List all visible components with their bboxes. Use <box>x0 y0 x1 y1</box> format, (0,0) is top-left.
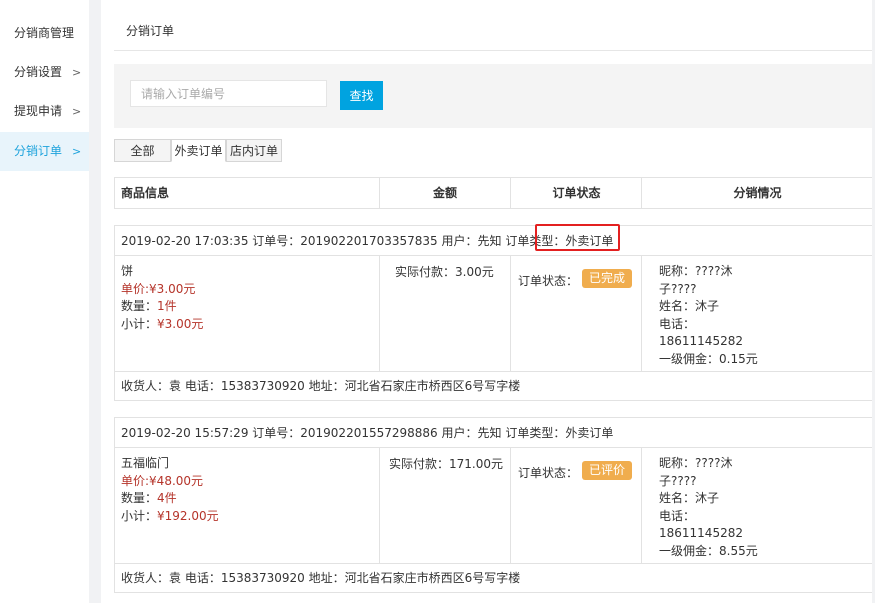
sidebar-item-label: 提现申请 <box>14 104 63 118</box>
column-divider <box>510 178 511 208</box>
customer-name: 姓名：沐子 <box>659 299 720 313</box>
goods-info: 饼 单价:¥3.00元 数量：1件 小计：¥3.00元 <box>121 263 203 333</box>
shipping-address: 收货人：袁 电话：15383730920 地址：河北省石家庄市桥西区6号写字楼 <box>115 371 873 400</box>
sidebar-item-withdrawal-requests[interactable]: 提现申请 > <box>0 92 89 131</box>
phone: 18611145282 <box>659 526 743 540</box>
shipping-address: 收货人：袁 电话：15383730920 地址：河北省石家庄市桥西区6号写字楼 <box>115 563 873 592</box>
sidebar-item-label: 分销设置 <box>14 65 63 79</box>
distribution-info: 昵称：????沐 子???? 姓名：沐子 电话： 18611145282 一级佣… <box>659 263 764 368</box>
quantity: 4件 <box>157 491 177 505</box>
page-title: 分销订单 <box>126 24 175 38</box>
subtotal-label: 小计： <box>121 316 158 331</box>
order-card: 2019-02-20 15:57:29 订单号：2019022015572988… <box>114 417 874 593</box>
main-panel: 分销订单 查找 全部 外卖订单 店内订单 商品信息 金额 订单状态 分销情况 2… <box>101 0 875 603</box>
search-panel: 查找 <box>114 64 874 128</box>
order-number-search-input[interactable] <box>130 80 327 107</box>
chevron-right-icon: > <box>72 66 82 79</box>
nickname-continued: 子???? <box>659 281 697 296</box>
column-header-order-status: 订单状态 <box>552 186 601 200</box>
quantity-label: 数量： <box>121 491 158 505</box>
sidebar-item-distributor-management[interactable]: 分销商管理 <box>0 14 89 53</box>
customer-name: 姓名：沐子 <box>659 491 720 505</box>
nickname: 昵称：????沐 <box>659 264 733 278</box>
column-divider <box>641 448 642 563</box>
sidebar-item-distribution-orders[interactable]: 分销订单 > <box>0 132 89 171</box>
column-divider <box>379 448 380 563</box>
nickname: 昵称：????沐 <box>659 456 733 470</box>
status-badge: 已完成 <box>582 269 633 288</box>
first-level-commission: 一级佣金：8.55元 <box>659 543 758 558</box>
sidebar-item-distribution-settings[interactable]: 分销设置 > <box>0 53 89 92</box>
subtotal: ¥3.00元 <box>157 316 204 331</box>
column-divider <box>510 256 511 371</box>
chevron-right-icon: > <box>72 145 82 158</box>
phone-label: 电话： <box>659 316 696 331</box>
column-divider <box>641 256 642 371</box>
status-badge: 已评价 <box>582 461 633 480</box>
column-header-goods: 商品信息 <box>121 186 170 200</box>
order-card: 2019-02-20 17:03:35 订单号：2019022017033578… <box>114 225 874 401</box>
sidebar: 分销商管理 分销设置 > 提现申请 > 分销订单 > <box>0 0 89 603</box>
subtotal-label: 小计： <box>121 508 158 523</box>
search-button[interactable]: 查找 <box>340 81 383 110</box>
sidebar-item-label: 分销订单 <box>14 144 63 158</box>
quantity: 1件 <box>157 299 177 313</box>
quantity-label: 数量： <box>121 299 158 313</box>
column-header-distribution: 分销情况 <box>733 186 782 200</box>
divider <box>114 50 874 51</box>
subtotal: ¥192.00元 <box>157 508 219 523</box>
column-header-amount: 金额 <box>432 186 457 200</box>
column-divider <box>379 178 380 208</box>
tab-takeout-orders[interactable]: 外卖订单 <box>171 139 226 162</box>
order-status-label: 订单状态： <box>518 466 579 480</box>
annotation-highlight-box <box>535 224 620 251</box>
goods-name: 五福临门 <box>121 456 170 470</box>
unit-price: ¥3.00元 <box>149 281 196 296</box>
phone: 18611145282 <box>659 334 743 348</box>
order-meta: 2019-02-20 15:57:29 订单号：2019022015572988… <box>121 426 566 440</box>
sidebar-item-label: 分销商管理 <box>14 26 75 40</box>
first-level-commission: 一级佣金：0.15元 <box>659 351 758 366</box>
actual-payment: 实际付款：3.00元 <box>395 265 494 279</box>
column-divider <box>510 448 511 563</box>
order-header: 2019-02-20 17:03:35 订单号：2019022017033578… <box>115 226 873 256</box>
order-meta: 2019-02-20 17:03:35 订单号：2019022017033578… <box>121 234 566 248</box>
actual-payment: 实际付款：171.00元 <box>389 457 503 471</box>
unit-price-label: 单价: <box>121 281 150 296</box>
column-divider <box>641 178 642 208</box>
order-type: 外卖订单 <box>565 426 614 440</box>
nickname-continued: 子???? <box>659 473 697 488</box>
chevron-right-icon: > <box>72 105 82 118</box>
goods-info: 五福临门 单价:¥48.00元 数量：4件 小计：¥192.00元 <box>121 455 219 525</box>
unit-price-label: 单价: <box>121 473 150 488</box>
unit-price: ¥48.00元 <box>149 473 204 488</box>
order-header: 2019-02-20 15:57:29 订单号：2019022015572988… <box>115 418 873 448</box>
phone-label: 电话： <box>659 508 696 523</box>
tab-dine-in-orders[interactable]: 店内订单 <box>226 139 282 162</box>
table-header: 商品信息 金额 订单状态 分销情况 <box>114 177 874 209</box>
column-divider <box>379 256 380 371</box>
order-status-label: 订单状态： <box>518 274 579 288</box>
distribution-info: 昵称：????沐 子???? 姓名：沐子 电话： 18611145282 一级佣… <box>659 455 764 560</box>
goods-name: 饼 <box>121 264 134 278</box>
tab-all[interactable]: 全部 <box>114 139 171 162</box>
